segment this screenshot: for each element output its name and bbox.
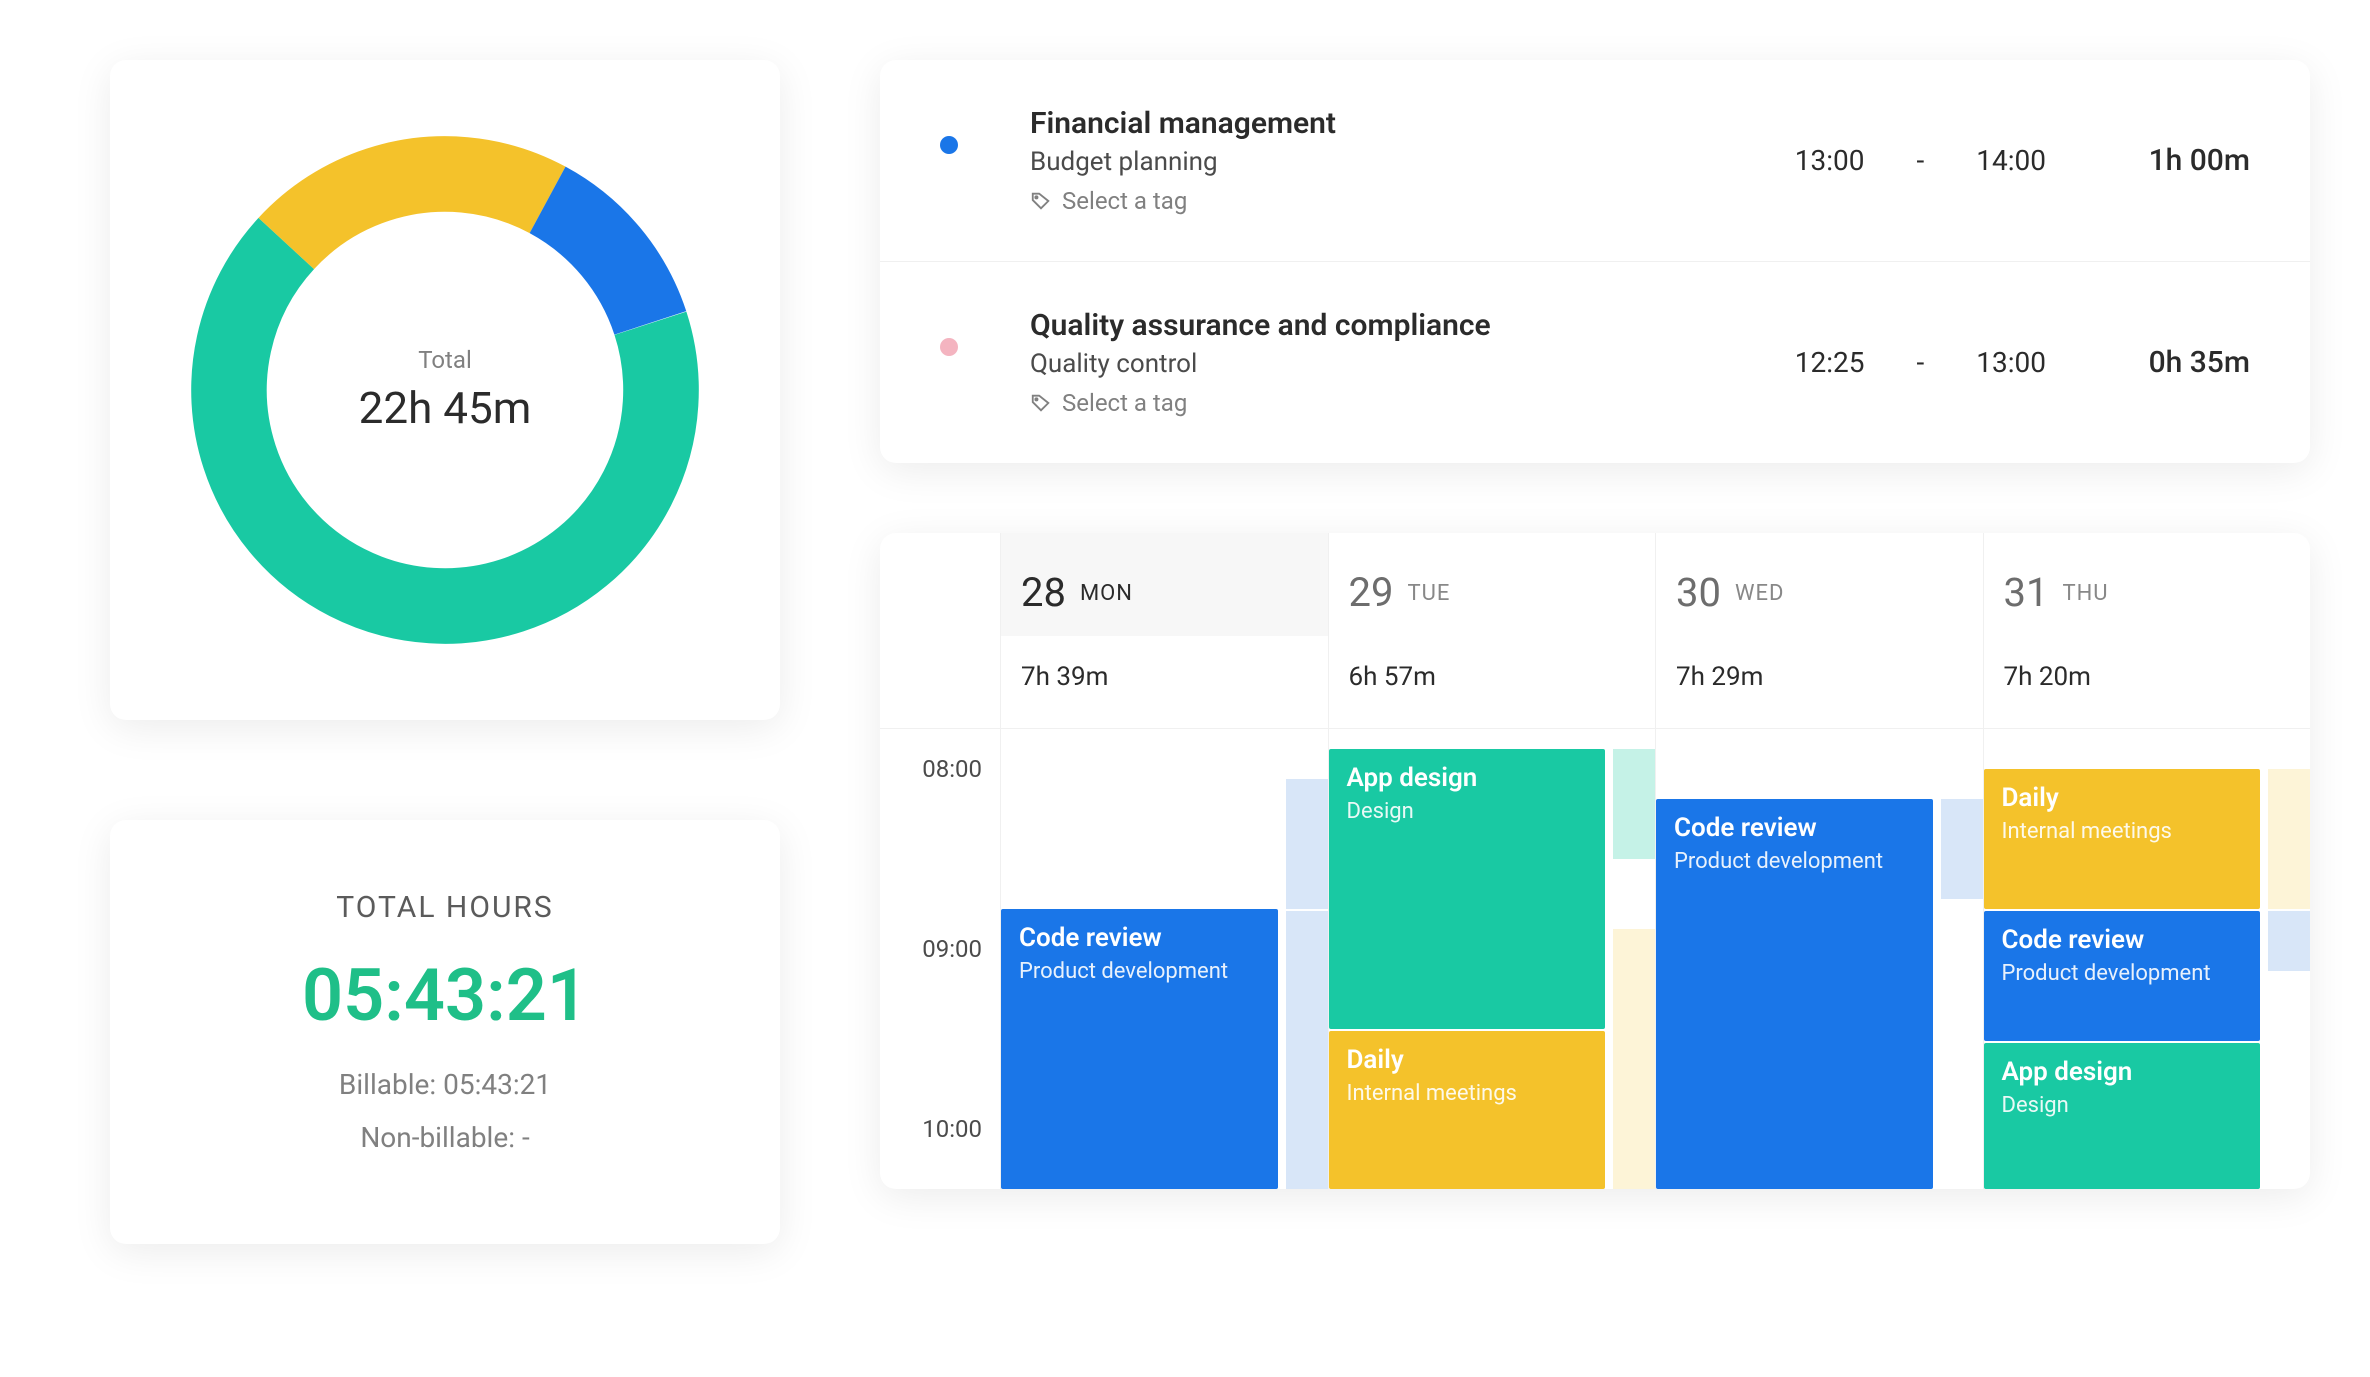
calendar-day-dow: MON — [1080, 581, 1133, 606]
calendar-day-total: 7h 39m — [1000, 636, 1328, 729]
donut-total-label: Total — [418, 346, 472, 374]
entry-tag-placeholder: Select a tag — [1062, 187, 1187, 215]
calendar-event-stripe — [1613, 929, 1655, 1189]
total-hours-title: TOTAL HOURS — [150, 890, 740, 925]
entry-duration: 1h 00m — [2090, 143, 2250, 178]
calendar-day-column[interactable]: App design Design Daily Internal meeting… — [1328, 729, 1656, 1189]
time-entry-row[interactable]: Quality assurance and compliance Quality… — [880, 262, 2310, 463]
calendar-day-column[interactable]: Code review Product development — [1000, 729, 1328, 1189]
entry-tag-selector[interactable]: Select a tag — [1030, 187, 1751, 215]
calendar-event[interactable]: Daily Internal meetings — [1984, 769, 2261, 909]
event-title: Code review — [1674, 813, 1915, 843]
calendar-day-total: 6h 57m — [1328, 636, 1656, 729]
calendar-day-total: 7h 20m — [1983, 636, 2311, 729]
entry-project-dot — [940, 136, 958, 154]
tag-icon — [1030, 190, 1052, 212]
calendar-day-total: 7h 29m — [1655, 636, 1983, 729]
entry-subtitle: Quality control — [1030, 349, 1751, 379]
total-hours-card: TOTAL HOURS 05:43:21 Billable: 05:43:21 … — [110, 820, 780, 1244]
time-label: 09:00 — [922, 935, 982, 963]
event-title: Code review — [2002, 925, 2243, 955]
event-subtitle: Internal meetings — [1347, 1081, 1588, 1107]
calendar-day-header[interactable]: 29 TUE — [1328, 533, 1656, 636]
calendar-event-stripe — [1941, 799, 1983, 899]
entry-title: Financial management — [1030, 106, 1751, 141]
calendar-event[interactable]: Code review Product development — [1001, 909, 1278, 1189]
event-subtitle: Design — [1347, 799, 1588, 824]
event-subtitle: Product development — [2002, 961, 2243, 987]
calendar-time-column: 08:00 09:00 10:00 — [880, 729, 1000, 1189]
calendar-day-dow: TUE — [1407, 581, 1450, 606]
donut-chart: Total 22h 45m — [175, 120, 715, 660]
calendar-event[interactable]: Daily Internal meetings — [1329, 1031, 1606, 1189]
entry-subtitle: Budget planning — [1030, 147, 1751, 177]
calendar-day-header[interactable]: 31 THU — [1983, 533, 2311, 636]
entry-start-time[interactable]: 13:00 — [1781, 144, 1879, 177]
calendar-event[interactable]: Code review Product development — [1984, 911, 2261, 1041]
total-time-donut-card: Total 22h 45m — [110, 60, 780, 720]
entry-dash: - — [1909, 144, 1933, 177]
event-title: App design — [2002, 1057, 2243, 1087]
calendar-event[interactable]: App design Design — [1329, 749, 1606, 1029]
tag-icon — [1030, 392, 1052, 414]
calendar-event-stripe — [1286, 779, 1328, 909]
calendar-event-stripe — [1286, 911, 1328, 1189]
event-title: App design — [1347, 763, 1588, 793]
calendar-day-dow: THU — [2062, 581, 2108, 606]
event-subtitle: Design — [2002, 1093, 2243, 1119]
event-subtitle: Product development — [1019, 959, 1260, 984]
time-entry-row[interactable]: Financial management Budget planning Sel… — [880, 60, 2310, 262]
event-subtitle: Internal meetings — [2002, 819, 2243, 845]
non-billable-value: Non-billable: - — [150, 1121, 740, 1154]
calendar-event-stripe — [1613, 749, 1655, 859]
event-subtitle: Product development — [1674, 849, 1915, 874]
calendar-day-column[interactable]: Daily Internal meetings Code review Prod… — [1983, 729, 2311, 1189]
event-title: Daily — [1347, 1045, 1588, 1075]
entry-tag-placeholder: Select a tag — [1062, 389, 1187, 417]
calendar-event-stripe — [2268, 769, 2310, 909]
entry-duration: 0h 35m — [2090, 345, 2250, 380]
entry-end-time[interactable]: 14:00 — [1962, 144, 2060, 177]
event-title: Daily — [2002, 783, 2243, 813]
entry-start-time[interactable]: 12:25 — [1781, 346, 1879, 379]
calendar-day-column[interactable]: Code review Product development — [1655, 729, 1983, 1189]
calendar-day-number: 30 — [1676, 569, 1721, 616]
calendar-event-stripe — [2268, 911, 2310, 971]
time-label: 08:00 — [922, 755, 982, 783]
calendar-event[interactable]: Code review Product development — [1656, 799, 1933, 1189]
calendar-day-header[interactable]: 28 MON — [1000, 533, 1328, 636]
calendar-day-number: 29 — [1349, 569, 1394, 616]
entry-dash: - — [1909, 346, 1933, 379]
entry-title: Quality assurance and compliance — [1030, 308, 1751, 343]
calendar-event[interactable]: App design Design — [1984, 1043, 2261, 1189]
entry-project-dot — [940, 338, 958, 356]
donut-total-value: 22h 45m — [359, 382, 532, 434]
entry-end-time[interactable]: 13:00 — [1962, 346, 2060, 379]
entry-tag-selector[interactable]: Select a tag — [1030, 389, 1751, 417]
calendar-day-number: 31 — [2004, 569, 2049, 616]
calendar-day-header[interactable]: 30 WED — [1655, 533, 1983, 636]
total-hours-value: 05:43:21 — [150, 953, 740, 1038]
time-entries-card: Financial management Budget planning Sel… — [880, 60, 2310, 463]
event-title: Code review — [1019, 923, 1260, 953]
calendar-day-dow: WED — [1735, 581, 1784, 606]
calendar-card: 28 MON 29 TUE 30 WED 31 THU 7h 39m 6h 57… — [880, 533, 2310, 1189]
time-label: 10:00 — [922, 1115, 982, 1143]
billable-value: Billable: 05:43:21 — [150, 1068, 740, 1101]
calendar-day-number: 28 — [1021, 569, 1066, 616]
